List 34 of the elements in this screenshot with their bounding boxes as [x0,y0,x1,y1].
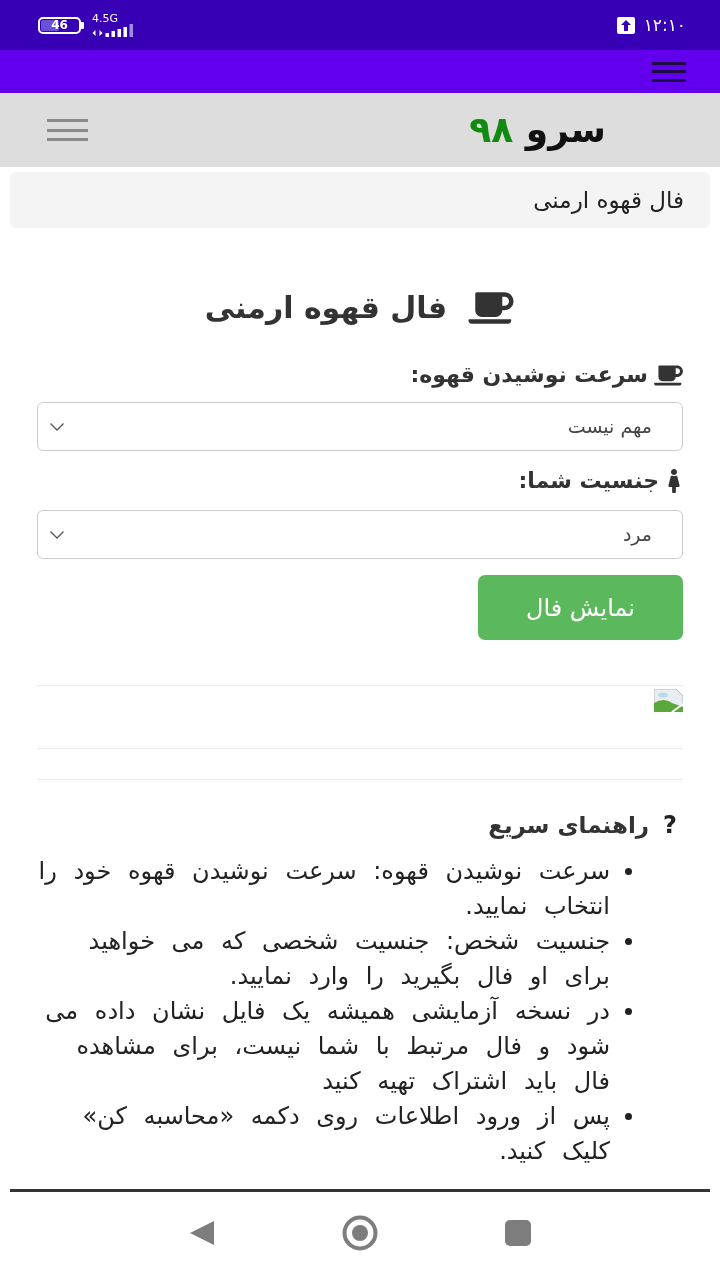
help-item-text: در نسخه آزمایشی همیشه یک فایل نشان داده می شود و فال مرتبط با شما نیست، برای مشاهده فال باید اشتراک تهیه کنید [44,995,610,1097]
select-field[interactable]: مرد [37,510,683,559]
back-icon[interactable] [189,1220,215,1246]
question-icon: ? [663,813,677,837]
battery-percentage: 46 [51,19,68,31]
breadcrumb-text: فال قهوه ارمنی [533,185,684,216]
coffee-cup-icon [467,290,516,326]
menu-icon[interactable] [652,61,686,82]
bullet-icon [625,1008,632,1015]
field-label: سرعت نوشیدن قهوه: [410,364,648,386]
upload-icon [616,16,635,34]
network-type-text: 4.5G [92,13,119,24]
help-item-text: جنسیت شخص: جنسیت شخصی که می خواهید برای او فال بگیرید را وارد نمایید. [87,926,610,992]
field-label: جنسیت شما: [518,470,659,492]
select-value: مرد [622,522,652,548]
bullet-icon [625,938,632,945]
page-title: فال قهوه ارمنی [204,293,448,323]
help-item-text: پس از ورود اطلاعات روی دکمه «محاسبه کن» کلیک کنید. [81,1101,610,1167]
bullet-icon [625,1113,632,1120]
help-title: راهنمای سریع [488,813,650,837]
home-icon[interactable] [342,1215,378,1251]
recent-apps-icon[interactable] [505,1220,531,1246]
help-item-text: سرعت نوشیدن قهوه: سرعت نوشیدن قهوه خود را انتخاب نمایید. [37,856,610,922]
bullet-icon [625,868,632,875]
select-field[interactable]: مهم نیست [37,402,683,451]
select-value: مهم نیست [567,414,652,440]
menu-icon[interactable] [47,119,88,141]
signal-icon [92,24,134,37]
chevron-down-icon [50,530,64,539]
clock-time: ۱۲:۱۰ [643,16,686,34]
person-icon [665,469,683,493]
broken-image-icon [654,689,683,712]
chevron-down-icon [50,422,64,431]
coffee-cup-icon [654,363,683,387]
